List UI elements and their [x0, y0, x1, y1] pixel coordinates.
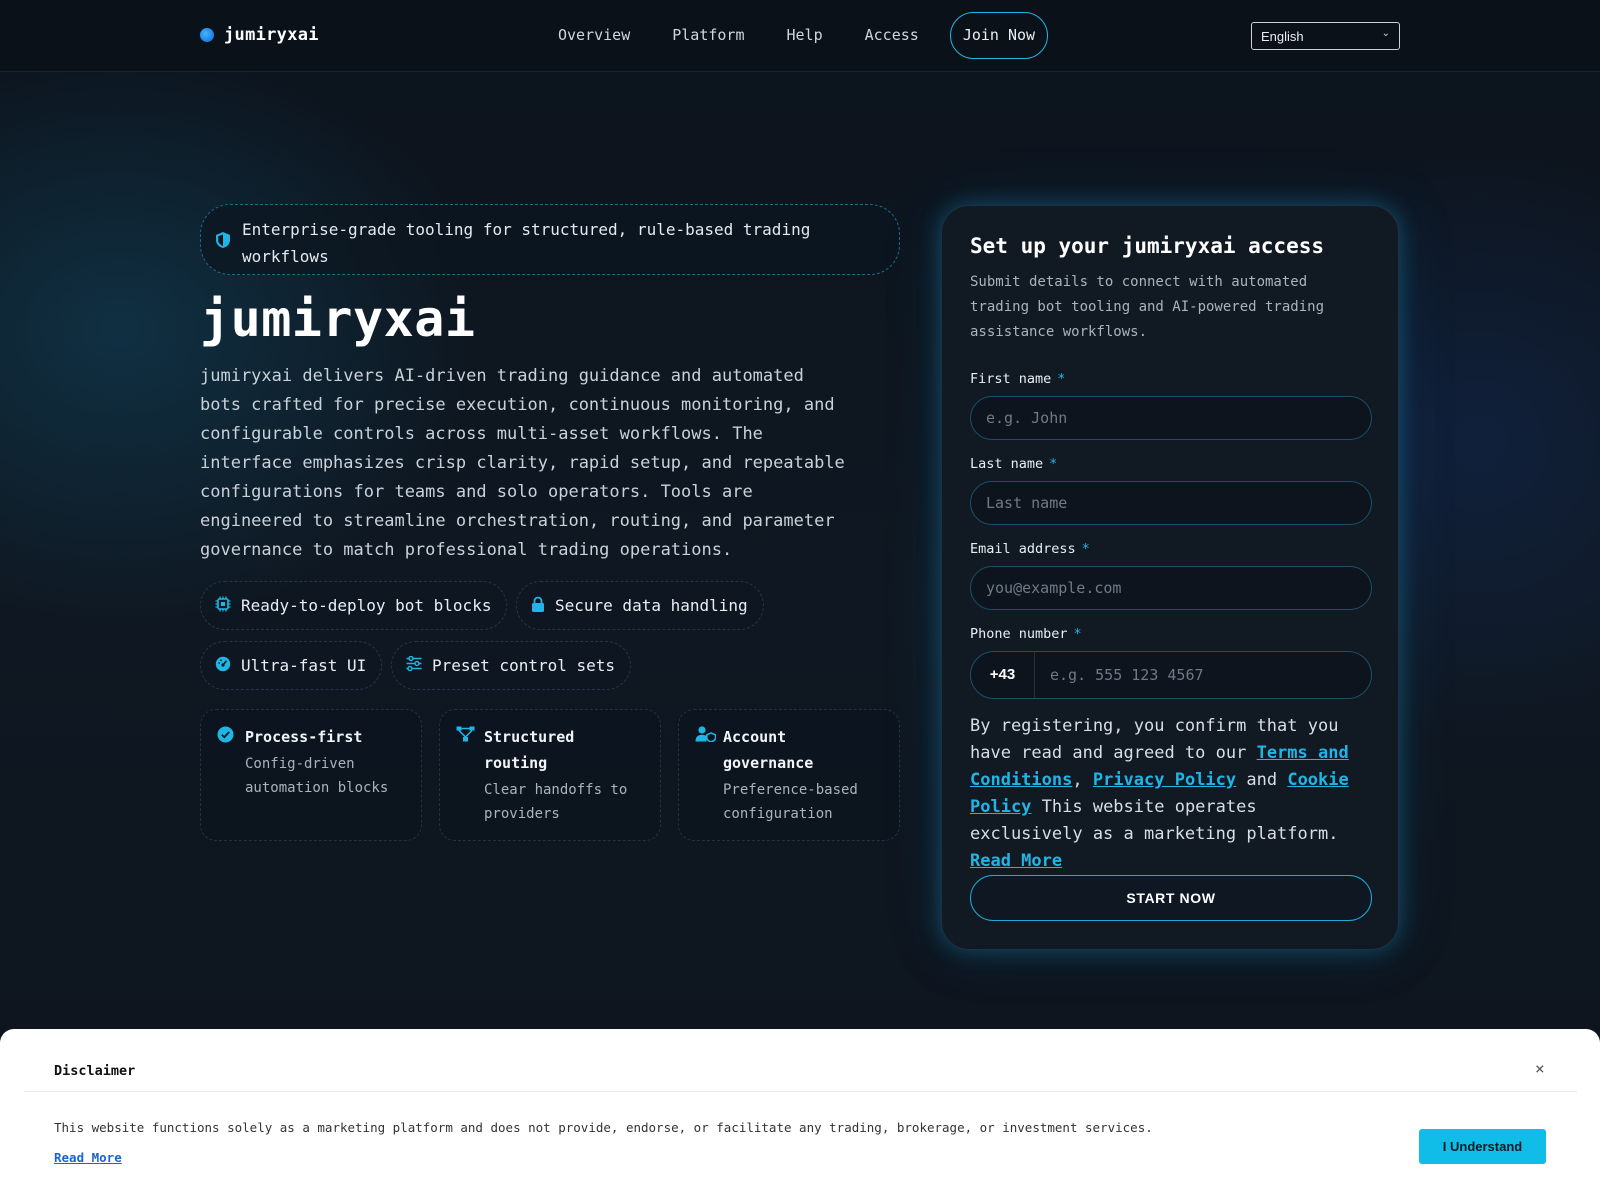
speed-gauge-icon — [215, 656, 231, 676]
feature-subtitle: Config-driven automation blocks — [245, 756, 389, 796]
required-mark: * — [1057, 371, 1066, 387]
email-input[interactable]: you@example.com — [970, 566, 1372, 610]
routing-icon — [456, 726, 475, 746]
phone-country-code[interactable]: +43 — [971, 652, 1035, 698]
phone-input[interactable]: e.g. 555 123 4567 — [1035, 666, 1204, 684]
nav-link-overview[interactable]: Overview — [537, 12, 651, 59]
sliders-icon — [406, 655, 422, 675]
disclaimer-text: This website functions solely as a marke… — [54, 1120, 1153, 1135]
start-now-button[interactable]: START NOW — [970, 875, 1372, 921]
privacy-link[interactable]: Privacy Policy — [1093, 770, 1236, 790]
hero-tagline-text: Enterprise-grade tooling for structured,… — [242, 220, 811, 266]
divider — [25, 1091, 1577, 1092]
consent-and: and — [1236, 770, 1288, 790]
nav-links: Overview Platform Help Access Join Now — [537, 12, 1049, 59]
form-title: Set up your jumiryxai access — [970, 234, 1325, 258]
email-placeholder: you@example.com — [986, 579, 1122, 597]
chip-label: Preset control sets — [432, 656, 616, 675]
read-more-link[interactable]: Read More — [970, 851, 1062, 871]
chip-preset-controls: Preset control sets — [391, 641, 632, 690]
chip-label: Secure data handling — [555, 596, 748, 615]
join-now-button[interactable]: Join Now — [949, 12, 1049, 59]
chip-secure-data: Secure data handling — [516, 581, 764, 630]
required-mark: * — [1081, 541, 1090, 557]
feature-title: Process-first — [245, 728, 363, 746]
chip-icon — [215, 596, 231, 616]
required-mark: * — [1049, 456, 1058, 472]
feature-subtitle: Preference-based configuration — [723, 782, 858, 822]
feature-card-account-governance: Account governance Preference-based conf… — [678, 709, 900, 841]
nav-link-access[interactable]: Access — [844, 12, 940, 59]
language-selected-value: English — [1261, 29, 1304, 44]
hero-title: jumiryxai — [200, 290, 476, 348]
phone-label: Phone number * — [970, 626, 1082, 642]
user-shield-icon — [695, 726, 717, 746]
feature-title: Structured routing — [484, 728, 575, 772]
email-label: Email address * — [970, 541, 1090, 557]
chip-bot-blocks: Ready-to-deploy bot blocks — [200, 581, 508, 630]
form-subtitle: Submit details to connect with automated… — [970, 274, 1325, 340]
phone-placeholder: e.g. 555 123 4567 — [1050, 666, 1204, 684]
disclaimer-title: Disclaimer — [54, 1063, 136, 1079]
hero-description: jumiryxai delivers AI-driven trading gui… — [200, 366, 845, 560]
close-icon[interactable]: × — [1535, 1059, 1545, 1078]
signup-form-card: Set up your jumiryxai access Submit deta… — [941, 205, 1399, 950]
check-circle-icon — [217, 726, 234, 747]
feature-subtitle: Clear handoffs to providers — [484, 782, 628, 822]
hero-tagline: Enterprise-grade tooling for structured,… — [200, 204, 900, 275]
chevron-down-icon: ⌄ — [1381, 28, 1390, 39]
chip-label: Ultra-fast UI — [241, 656, 367, 675]
last-name-input[interactable]: Last name — [970, 481, 1372, 525]
first-name-label: First name * — [970, 371, 1065, 387]
last-name-label: Last name * — [970, 456, 1057, 472]
consent-comma: , — [1072, 770, 1093, 790]
brand[interactable]: jumiryxai — [200, 25, 319, 45]
feature-title: Account governance — [723, 728, 814, 772]
disclaimer-read-more-link[interactable]: Read More — [54, 1150, 122, 1165]
lock-icon — [531, 596, 545, 616]
disclaimer-banner: Disclaimer × This website functions sole… — [0, 1029, 1600, 1200]
phone-label-text: Phone number — [970, 626, 1068, 642]
email-label-text: Email address — [970, 541, 1076, 557]
i-understand-button[interactable]: I Understand — [1419, 1129, 1546, 1164]
nav-link-help[interactable]: Help — [766, 12, 844, 59]
shield-icon — [215, 230, 231, 257]
language-select[interactable]: English ⌄ — [1251, 22, 1400, 50]
first-name-input[interactable]: e.g. John — [970, 396, 1372, 440]
feature-card-structured-routing: Structured routing Clear handoffs to pro… — [439, 709, 661, 841]
last-name-placeholder: Last name — [986, 494, 1068, 512]
required-mark: * — [1073, 626, 1082, 642]
brand-logo-icon — [200, 28, 214, 42]
nav-link-platform[interactable]: Platform — [651, 12, 765, 59]
first-name-placeholder: e.g. John — [986, 409, 1068, 427]
feature-card-process-first: Process-first Config-driven automation b… — [200, 709, 422, 841]
first-name-label-text: First name — [970, 371, 1052, 387]
chip-label: Ready-to-deploy bot blocks — [241, 596, 492, 615]
top-navigation: jumiryxai Overview Platform Help Access … — [0, 0, 1600, 72]
chip-ultra-fast-ui: Ultra-fast UI — [200, 641, 383, 690]
brand-name: jumiryxai — [224, 25, 319, 45]
phone-field: +43 e.g. 555 123 4567 — [970, 651, 1372, 699]
last-name-label-text: Last name — [970, 456, 1044, 472]
consent-text: By registering, you confirm that you hav… — [970, 713, 1374, 875]
